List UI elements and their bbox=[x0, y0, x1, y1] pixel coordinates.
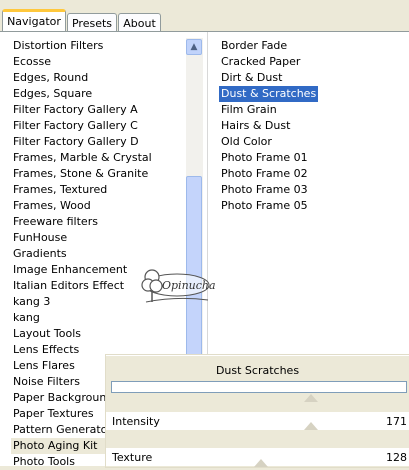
category-item[interactable]: kang bbox=[11, 310, 189, 326]
filter-item[interactable]: Hairs & Dust bbox=[219, 118, 292, 134]
category-item[interactable]: Ecosse bbox=[11, 54, 189, 70]
intensity-slider-thumb[interactable] bbox=[304, 394, 318, 402]
category-item[interactable]: Edges, Square bbox=[11, 86, 189, 102]
intensity-row: Intensity 171 bbox=[106, 412, 409, 430]
dialog-title: Dust Scratches bbox=[215, 364, 300, 377]
filter-item[interactable]: Old Color bbox=[219, 134, 274, 150]
texture-track[interactable] bbox=[106, 432, 409, 438]
intensity-label: Intensity bbox=[112, 415, 160, 428]
chevron-up-icon: ▲ bbox=[190, 42, 198, 52]
category-item[interactable]: Freeware filters bbox=[11, 214, 189, 230]
filter-item[interactable]: Photo Frame 02 bbox=[219, 166, 310, 182]
intensity-slider-thumb-2[interactable] bbox=[304, 422, 318, 430]
category-item[interactable]: Gradients bbox=[11, 246, 189, 262]
filter-item[interactable]: Photo Frame 01 bbox=[219, 150, 310, 166]
category-item[interactable]: Frames, Marble & Crystal bbox=[11, 150, 189, 166]
tab-bar: Navigator Presets About bbox=[0, 0, 409, 33]
filter-list: Border Fade Cracked Paper Dirt & Dust Dust … bbox=[219, 38, 407, 214]
filter-item[interactable]: Cracked Paper bbox=[219, 54, 302, 70]
category-item[interactable]: FunHouse bbox=[11, 230, 189, 246]
intensity-track[interactable] bbox=[106, 396, 409, 402]
preview-bar bbox=[111, 381, 407, 393]
filter-item[interactable]: Photo Frame 03 bbox=[219, 182, 310, 198]
watermark-logo: Opinucha bbox=[138, 268, 216, 306]
category-item[interactable]: Filter Factory Gallery A bbox=[11, 102, 189, 118]
filter-item[interactable]: Dirt & Dust bbox=[219, 70, 284, 86]
texture-value[interactable]: 128 bbox=[386, 451, 407, 464]
filter-item[interactable]: Border Fade bbox=[219, 38, 289, 54]
category-item[interactable]: Filter Factory Gallery C bbox=[11, 118, 189, 134]
scroll-up-button[interactable]: ▲ bbox=[186, 39, 202, 55]
tab-presets-label: Presets bbox=[71, 17, 113, 30]
tab-navigator-label: Navigator bbox=[7, 15, 61, 28]
filter-item[interactable]: Film Grain bbox=[219, 102, 279, 118]
category-item[interactable]: Frames, Wood bbox=[11, 198, 189, 214]
category-item[interactable]: Frames, Textured bbox=[11, 182, 189, 198]
texture-label: Texture bbox=[112, 451, 153, 464]
intensity-value[interactable]: 171 bbox=[386, 415, 407, 428]
filter-item[interactable]: Photo Frame 05 bbox=[219, 198, 310, 214]
filter-item[interactable]: Dust & Scratches bbox=[219, 86, 319, 102]
dust-scratches-dialog: Dust Scratches Intensity 171 Texture 128 bbox=[106, 355, 409, 467]
category-item[interactable]: Edges, Round bbox=[11, 70, 189, 86]
tab-navigator[interactable]: Navigator bbox=[2, 9, 66, 32]
svg-text:Opinucha: Opinucha bbox=[162, 279, 216, 292]
tab-about[interactable]: About bbox=[118, 13, 161, 32]
category-item[interactable]: Filter Factory Gallery D bbox=[11, 134, 189, 150]
category-item[interactable]: Layout Tools bbox=[11, 326, 189, 342]
tab-presets[interactable]: Presets bbox=[67, 13, 117, 32]
category-item[interactable]: Distortion Filters bbox=[11, 38, 189, 54]
category-item[interactable]: Frames, Stone & Granite bbox=[11, 166, 189, 182]
tab-about-label: About bbox=[123, 17, 156, 30]
